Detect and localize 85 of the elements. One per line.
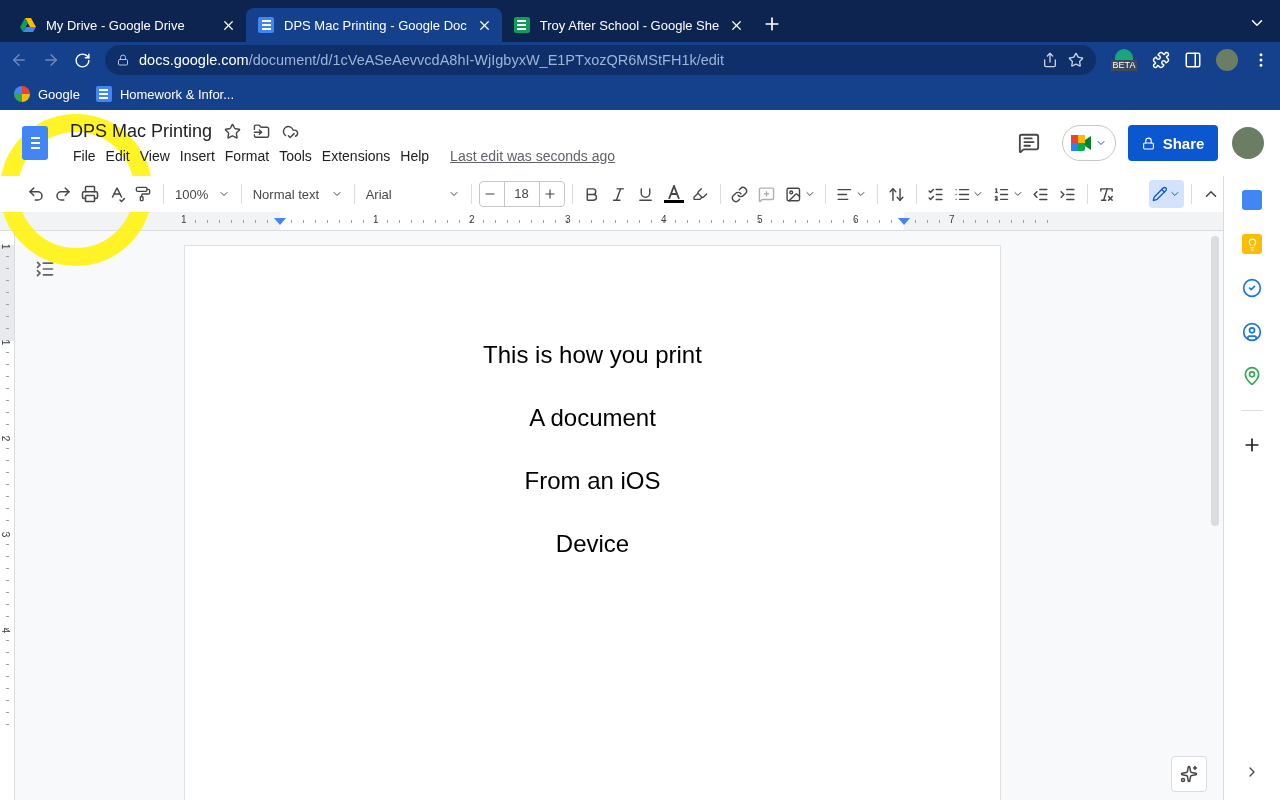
drive-icon bbox=[20, 18, 36, 32]
lock-icon bbox=[117, 54, 129, 66]
ruler-number: 1 bbox=[181, 214, 187, 225]
document-text: From an iOS bbox=[524, 467, 661, 494]
ruler-number: 2 bbox=[0, 435, 12, 442]
editing-mode-button[interactable] bbox=[1148, 180, 1185, 208]
document-text: Device bbox=[555, 530, 630, 557]
url-path: /document/d/1cVeASeAevvcdA8hI-WjIgbyxW_E1PTxozQR6MStFH1k/edit bbox=[248, 52, 726, 68]
undo-icon bbox=[27, 185, 45, 203]
reload-icon[interactable] bbox=[74, 51, 91, 69]
google-icon bbox=[14, 86, 30, 102]
tab-title: Troy After School - Google She bbox=[539, 17, 720, 33]
plus-icon bbox=[542, 187, 557, 201]
menu-item[interactable]: Extensions bbox=[316, 145, 396, 166]
zoom-dropdown[interactable]: 100% bbox=[171, 180, 234, 208]
ruler-number: 4 bbox=[0, 627, 12, 634]
ruler-number: 5 bbox=[757, 214, 763, 225]
tab-title: DPS Mac Printing - Google Doc bbox=[284, 17, 467, 33]
highlighter-icon bbox=[692, 186, 709, 202]
address-bar[interactable]: docs.google.com/document/d/1cVeASeAevvcdA8hI-WjIgbyxW_E1PTxozQR6MStFH1k/edit bbox=[105, 45, 1096, 75]
ruler-number: 6 bbox=[853, 214, 859, 225]
menu-item[interactable]: File bbox=[68, 145, 101, 166]
ruler-number: 4 bbox=[661, 214, 667, 225]
tab-title: My Drive - Google Drive bbox=[46, 17, 186, 33]
sparkle-icon bbox=[1180, 765, 1198, 783]
docs-icon bbox=[95, 86, 112, 102]
browser-tab[interactable]: Troy After School - Google She bbox=[501, 8, 755, 42]
docs-icon bbox=[258, 17, 274, 33]
beta-badge: BETA bbox=[1110, 60, 1138, 71]
last-edit-link[interactable]: Last edit was seconds ago bbox=[450, 147, 616, 164]
menu-item[interactable]: Insert bbox=[174, 145, 220, 166]
ruler-number: 7 bbox=[949, 214, 955, 225]
share-icon[interactable] bbox=[1042, 52, 1058, 68]
ruler-number: 3 bbox=[565, 214, 571, 225]
print-icon bbox=[81, 185, 99, 203]
explore-button[interactable] bbox=[1171, 756, 1207, 792]
maps-icon[interactable] bbox=[1242, 366, 1262, 386]
bookmark-link[interactable]: Google bbox=[14, 86, 80, 102]
browser-tab[interactable]: DPS Mac Printing - Google Doc bbox=[246, 8, 502, 42]
scrollbar-thumb[interactable] bbox=[1211, 236, 1219, 526]
star-icon[interactable] bbox=[224, 122, 242, 140]
redo-icon bbox=[54, 185, 72, 203]
bookmark-star-icon[interactable] bbox=[1068, 52, 1084, 68]
font-dropdown[interactable]: Arial bbox=[361, 180, 464, 208]
link-icon bbox=[731, 185, 749, 203]
line-spacing-icon bbox=[887, 185, 905, 203]
add-comment-icon bbox=[758, 185, 776, 203]
meet-button[interactable] bbox=[1062, 125, 1116, 161]
bookmark-link[interactable]: Homework & Infor... bbox=[95, 86, 235, 102]
image-icon bbox=[785, 185, 802, 203]
lock-icon bbox=[1141, 136, 1155, 150]
browser-tab[interactable]: My Drive - Google Drive bbox=[8, 8, 246, 42]
url-host: docs.google.com bbox=[139, 52, 249, 68]
document-text: A document bbox=[529, 404, 656, 431]
sheets-icon bbox=[513, 17, 530, 33]
contacts-icon[interactable] bbox=[1242, 322, 1262, 342]
menu-item[interactable]: Format bbox=[219, 145, 275, 166]
paint-roller-icon bbox=[135, 186, 151, 202]
pencil-icon bbox=[1151, 186, 1168, 202]
style-dropdown[interactable]: Normal text bbox=[248, 180, 347, 208]
ruler-number: 1 bbox=[0, 243, 12, 250]
move-folder-icon[interactable] bbox=[253, 122, 271, 140]
outline-icon[interactable] bbox=[35, 259, 55, 279]
ruler-number: 1 bbox=[0, 339, 12, 346]
side-panel-icon[interactable] bbox=[1184, 51, 1202, 69]
numbered-list-icon bbox=[992, 185, 1010, 203]
menu-item[interactable]: Help bbox=[395, 145, 435, 166]
underline-icon bbox=[636, 185, 654, 203]
text-color-icon bbox=[663, 185, 684, 203]
forward-icon[interactable] bbox=[42, 51, 60, 69]
ruler-number: 2 bbox=[469, 214, 475, 225]
menu-item[interactable]: Tools bbox=[274, 145, 317, 166]
extension-icon[interactable] bbox=[1115, 49, 1133, 60]
clear-formatting-icon bbox=[1098, 185, 1116, 203]
extensions-icon[interactable] bbox=[1152, 51, 1170, 69]
ruler-number: 3 bbox=[0, 531, 12, 538]
document-text: This is how you print bbox=[483, 341, 702, 368]
comments-icon[interactable] bbox=[1018, 132, 1040, 154]
ruler-number: 1 bbox=[373, 214, 379, 225]
back-icon[interactable] bbox=[10, 51, 28, 69]
docs-logo[interactable] bbox=[22, 126, 48, 160]
share-button[interactable]: Share bbox=[1128, 125, 1218, 161]
tasks-icon[interactable] bbox=[1242, 278, 1262, 298]
account-avatar[interactable] bbox=[1232, 127, 1264, 159]
video-camera-icon bbox=[1071, 135, 1093, 151]
